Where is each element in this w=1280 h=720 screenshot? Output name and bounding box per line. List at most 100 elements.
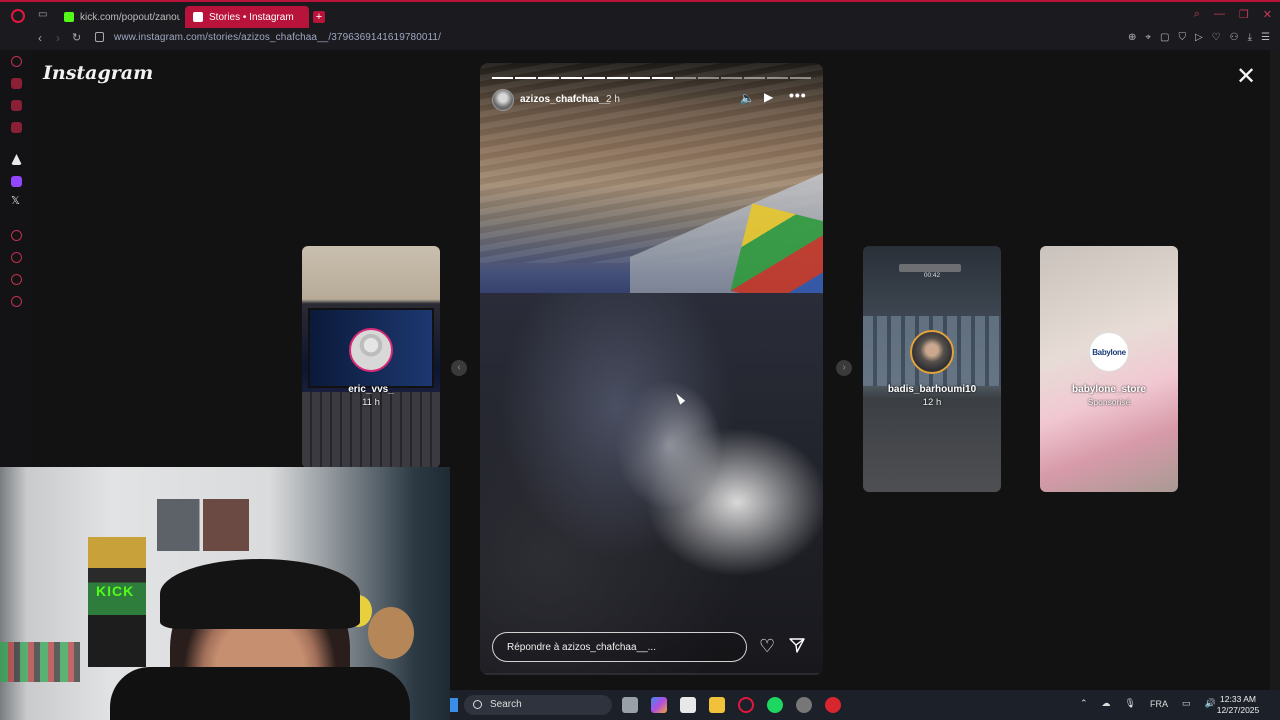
story-preview-babylone[interactable]: Babylone babylone_store Sponsorisé	[1040, 246, 1178, 492]
taskbar-search[interactable]: Search	[464, 695, 612, 715]
story-image-crowd	[480, 293, 823, 673]
minimize-icon[interactable]: —	[1214, 8, 1225, 21]
story-progress-bar	[492, 77, 811, 79]
shoe-rack	[0, 642, 80, 682]
store-icon[interactable]	[680, 697, 696, 713]
app-icon[interactable]	[796, 697, 812, 713]
settings-icon[interactable]	[11, 296, 22, 307]
app-icon[interactable]	[11, 154, 22, 165]
shop-icon[interactable]	[11, 78, 22, 89]
player-icon[interactable]: ▷	[1195, 32, 1203, 43]
messenger-icon[interactable]	[11, 100, 22, 111]
tab-kick-label: kick.com/popout/zanoun	[80, 11, 180, 23]
progress-segment	[606, 77, 628, 79]
progress-segment	[721, 77, 743, 79]
back-icon[interactable]: ‹	[38, 31, 42, 45]
teddy-bear	[368, 607, 414, 659]
shield-icon[interactable]: ⛉	[1178, 32, 1186, 43]
avatar	[910, 330, 954, 374]
tab-instagram-label: Stories • Instagram	[209, 11, 294, 23]
extensions-icon[interactable]	[11, 274, 22, 285]
restore-icon[interactable]: ❐	[1239, 8, 1249, 21]
more-options-icon[interactable]: •••	[789, 87, 807, 103]
opera-icon[interactable]	[738, 697, 754, 713]
close-stories-button[interactable]: ✕	[1236, 65, 1256, 89]
progress-segment	[492, 77, 513, 79]
progress-segment	[767, 77, 788, 79]
play-icon[interactable]: ▶	[764, 90, 773, 104]
chevron-up-icon[interactable]: ⌃	[1080, 698, 1088, 709]
reply-input[interactable]	[493, 633, 746, 661]
progress-segment	[698, 77, 720, 79]
start-icon[interactable]	[450, 698, 458, 712]
progress-segment	[789, 77, 811, 79]
cloud-icon[interactable]: ☁	[1102, 698, 1111, 709]
twitch-icon[interactable]	[11, 176, 22, 187]
task-view-icon[interactable]	[622, 697, 638, 713]
preview-overlay-text: 00:42	[923, 272, 941, 279]
microphone-icon[interactable]: 🎙	[1125, 698, 1136, 709]
close-window-icon[interactable]: ✕	[1263, 8, 1272, 21]
language-indicator[interactable]: FRA	[1150, 699, 1168, 709]
file-explorer-icon[interactable]	[709, 697, 725, 713]
progress-segment	[514, 77, 536, 79]
scrollbar[interactable]	[1270, 50, 1280, 690]
search-tabs-icon[interactable]: ⌕	[1194, 8, 1200, 21]
story-preview-badis[interactable]: 00:42 badis_barhoumi10 12 h	[863, 246, 1001, 492]
reply-field[interactable]	[492, 632, 747, 662]
url-field[interactable]: www.instagram.com/stories/azizos_chafcha…	[114, 32, 441, 43]
instagram-logo[interactable]: Instagram	[43, 62, 153, 84]
clock-icon[interactable]	[11, 252, 22, 263]
active-story[interactable]: azizos_chafchaa__ 2 h 🔈 ▶ ••• ♡	[480, 63, 823, 675]
wall-posters	[157, 499, 249, 551]
headset	[160, 559, 360, 629]
opera-sidebar: 𝕏	[0, 50, 32, 470]
music-icon[interactable]	[11, 122, 22, 133]
progress-segment	[560, 77, 582, 79]
reload-icon[interactable]: ↻	[72, 31, 81, 44]
menu-icon[interactable]: ☰	[1261, 32, 1270, 43]
progress-segment	[744, 77, 766, 79]
network-icon[interactable]: ▭	[1182, 698, 1191, 709]
address-bar: ‹ › ↻ www.instagram.com/stories/azizos_c…	[0, 28, 1280, 50]
preview-username: eric_vvs_	[348, 384, 394, 395]
account-icon[interactable]: ⚇	[1230, 32, 1239, 43]
copilot-icon[interactable]	[651, 697, 667, 713]
tab-kick[interactable]: kick.com/popout/zanoun	[56, 6, 180, 28]
send-icon[interactable]	[789, 637, 805, 653]
volume-icon[interactable]: 🔈	[740, 91, 755, 105]
tab-instagram-stories[interactable]: Stories • Instagram	[185, 6, 309, 28]
story-header: azizos_chafchaa__ 2 h 🔈 ▶ •••	[492, 87, 811, 113]
preview-sponsored-label: Sponsorisé	[1087, 397, 1131, 407]
previous-story-arrow[interactable]: ‹	[451, 360, 467, 376]
download-icon[interactable]: ⤓	[1248, 32, 1252, 43]
story-username[interactable]: azizos_chafchaa__	[520, 94, 610, 105]
browser-toolbar: ⊕ ⌖ ▢ ⛉ ▷ ♡ ⚇ ⤓ ☰	[1128, 32, 1270, 43]
lock-icon	[95, 32, 104, 42]
history-icon[interactable]	[11, 230, 22, 241]
tab-overview-icon[interactable]: ▭	[38, 9, 47, 20]
heart-icon[interactable]: ♡	[759, 637, 775, 655]
recorder-icon[interactable]	[825, 697, 841, 713]
progress-segment	[629, 77, 651, 79]
clock-time: 12:33 AM	[1220, 694, 1256, 704]
taskbar-clock[interactable]: 12:33 AM 12/27/2025	[1212, 694, 1264, 716]
opera-menu-icon[interactable]	[11, 9, 25, 23]
new-tab-button[interactable]: +	[313, 11, 325, 23]
pin-icon[interactable]: ⌖	[1145, 32, 1151, 43]
heart-icon[interactable]: ♡	[1212, 32, 1221, 43]
forward-icon[interactable]: ›	[56, 31, 60, 45]
window-controls: ⌕ — ❐ ✕	[1194, 8, 1272, 21]
x-icon[interactable]: 𝕏	[11, 196, 22, 207]
preview-username: babylone_store	[1072, 384, 1146, 395]
story-time: 2 h	[606, 94, 620, 105]
spotify-icon[interactable]	[767, 697, 783, 713]
snapshot-icon[interactable]: ▢	[1160, 32, 1169, 43]
story-preview-eric[interactable]: eric_vvs_ 11 h	[302, 246, 440, 468]
avatar[interactable]	[492, 89, 514, 111]
zoom-icon[interactable]: ⊕	[1128, 32, 1136, 43]
preview-username: badis_barhoumi10	[887, 384, 977, 395]
aria-icon[interactable]	[11, 56, 22, 67]
babylone-logo: Babylone	[1089, 332, 1129, 372]
next-story-arrow[interactable]: ›	[836, 360, 852, 376]
